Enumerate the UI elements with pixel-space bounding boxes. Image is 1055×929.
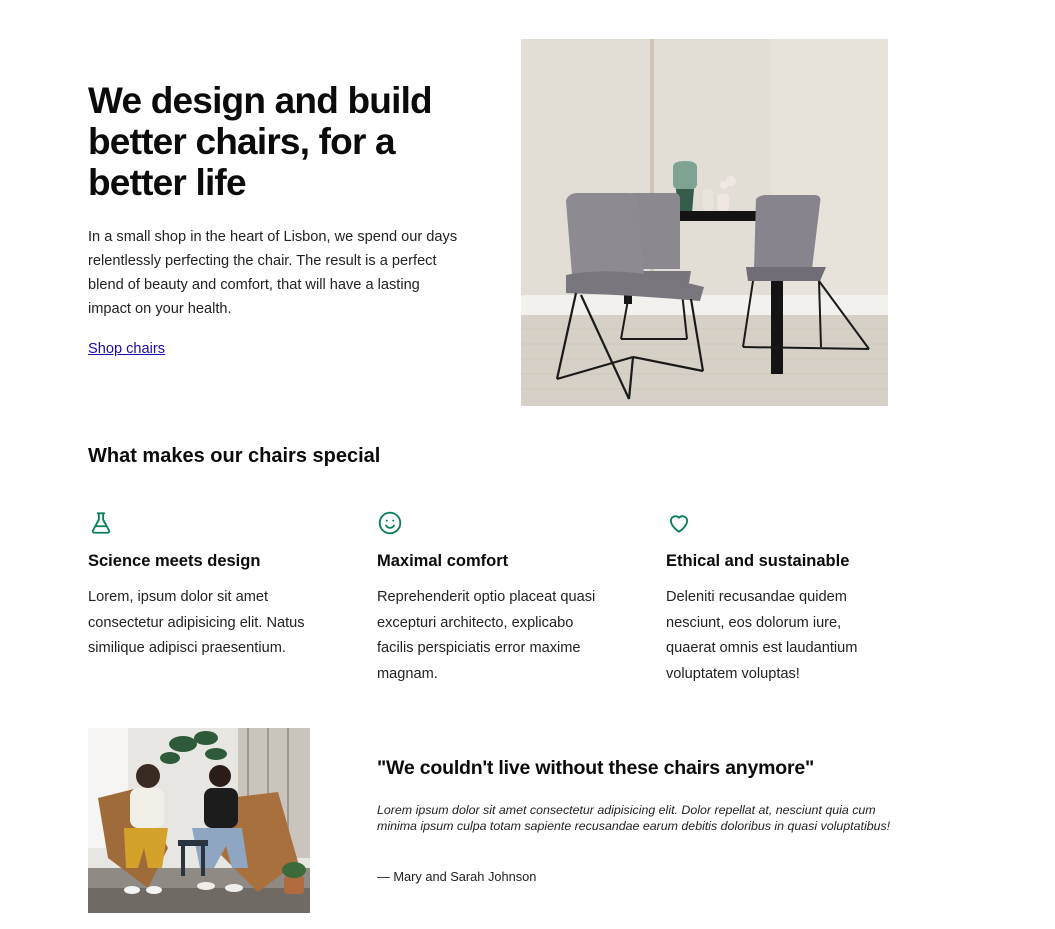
feature-comfort: Maximal comfort Reprehenderit optio plac… bbox=[377, 510, 617, 687]
feature-title: Maximal comfort bbox=[377, 552, 509, 570]
feature-text: Deleniti recusandae quidem nesciunt, eos… bbox=[666, 589, 858, 682]
testimonial-author: — Mary and Sarah Johnson bbox=[377, 869, 537, 884]
feature-text: Lorem, ipsum dolor sit amet consectetur … bbox=[88, 589, 305, 656]
smiley-icon bbox=[378, 511, 402, 535]
testimonial-photo bbox=[88, 728, 310, 913]
hero-title: We design and build better chairs, for a… bbox=[88, 80, 433, 203]
feature-title: Science meets design bbox=[88, 552, 261, 570]
heart-icon bbox=[669, 515, 689, 533]
hero-description: In a small shop in the heart of Lisbon, … bbox=[88, 229, 458, 317]
feature-title: Ethical and sustainable bbox=[666, 552, 850, 570]
page: We design and build better chairs, for a… bbox=[0, 0, 1055, 929]
feature-text: Reprehenderit optio placeat quasi except… bbox=[377, 589, 596, 682]
testimonial-quote: "We couldn't live without these chairs a… bbox=[377, 757, 815, 779]
hero-chairs-image bbox=[521, 39, 888, 406]
feature-ethical: Ethical and sustainable Deleniti recusan… bbox=[666, 510, 906, 687]
beaker-icon bbox=[91, 512, 111, 534]
shop-chairs-link[interactable]: Shop chairs bbox=[88, 341, 165, 357]
hero-section: We design and build better chairs, for a… bbox=[88, 80, 468, 358]
testimonial-body: Lorem ipsum dolor sit amet consectetur a… bbox=[377, 803, 891, 833]
dining-room-illustration bbox=[521, 39, 888, 406]
customers-illustration bbox=[88, 728, 310, 913]
features-title: What makes our chairs special bbox=[88, 445, 381, 467]
feature-science: Science meets design Lorem, ipsum dolor … bbox=[88, 510, 328, 662]
